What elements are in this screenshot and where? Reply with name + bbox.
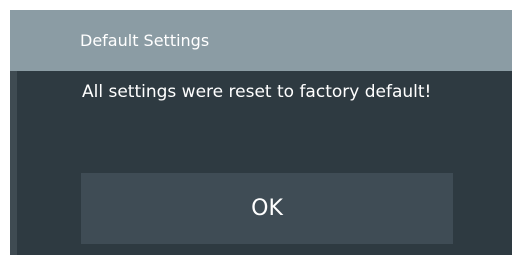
dialog-title-bar: Default Settings [10, 10, 512, 71]
dialog-message: All settings were reset to factory defau… [82, 82, 432, 102]
dialog-title: Default Settings [80, 31, 210, 50]
default-settings-dialog: Default Settings All settings were reset… [10, 10, 512, 255]
ok-button[interactable]: OK [81, 173, 453, 244]
dialog-left-edge [10, 71, 17, 255]
